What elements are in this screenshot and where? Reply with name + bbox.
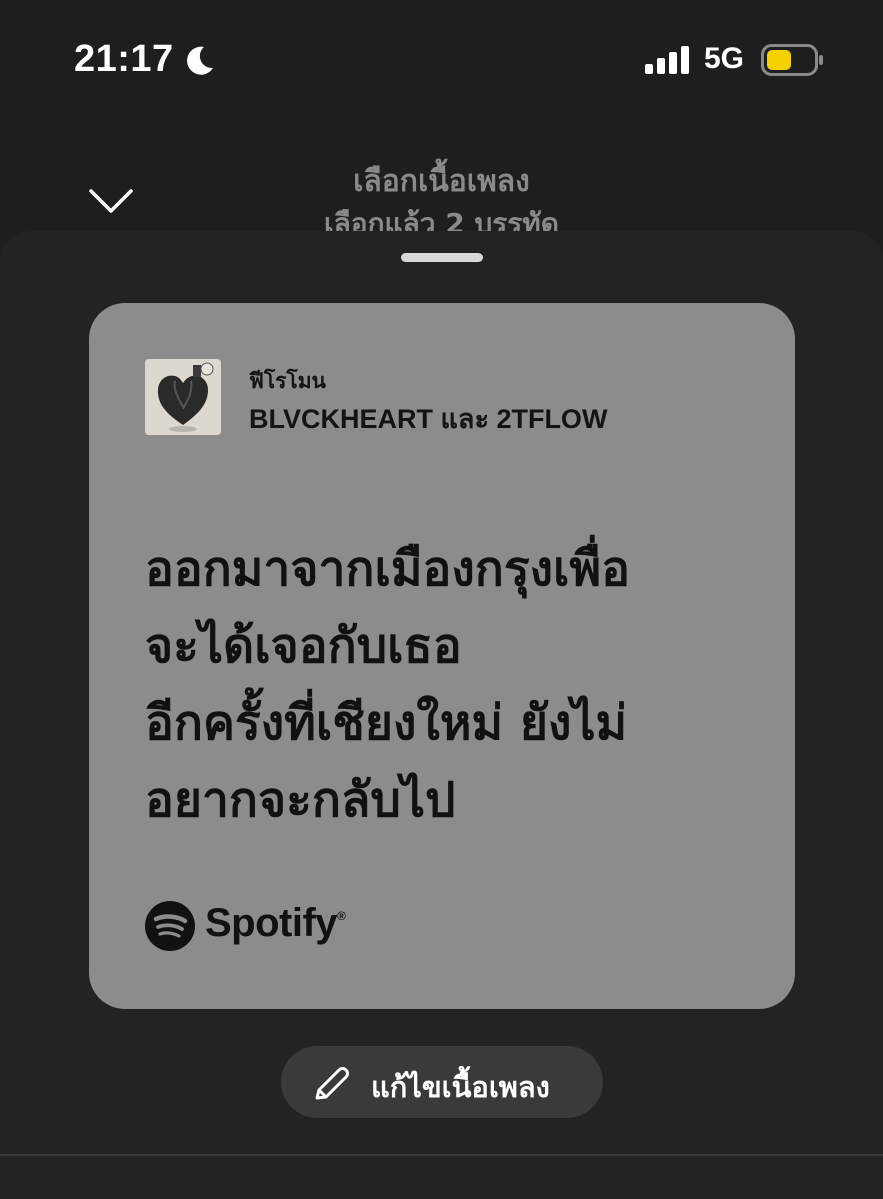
header-title: เลือกเนื้อเพลง xyxy=(353,164,530,199)
lyrics-text: ออกมาจากเมืองกรุงเพื่อ จะได้เจอกับเธอ อี… xyxy=(145,531,765,839)
lyric-line: ออกมาจากเมืองกรุงเพื่อ xyxy=(145,541,630,597)
spotify-icon xyxy=(145,901,195,951)
network-label: 5G xyxy=(704,42,745,75)
brand-name: Spotify xyxy=(205,901,338,945)
spotify-wordmark: Spotify® xyxy=(205,901,346,945)
album-art xyxy=(145,359,221,435)
share-sheet: ฟีโรโมน BLVCKHEART และ 2TFLOW ออกมาจากเม… xyxy=(0,231,883,1199)
divider xyxy=(0,1154,883,1156)
lyrics-card: ฟีโรโมน BLVCKHEART และ 2TFLOW ออกมาจากเม… xyxy=(89,303,795,1009)
song-artist: BLVCKHEART และ 2TFLOW xyxy=(249,404,608,434)
screen: 21:17 5G เลือกเนื้อเพลง เลือกแล้ว 2 บรรท… xyxy=(0,0,883,1199)
song-title: ฟีโรโมน xyxy=(249,369,326,393)
lyric-line: อยากจะกลับไป xyxy=(145,772,456,828)
moon-icon xyxy=(187,46,213,75)
spotify-logo: Spotify® xyxy=(145,901,346,953)
status-bar: 21:17 5G xyxy=(0,36,883,86)
edit-lyrics-label: แก้ไขเนื้อเพลง xyxy=(371,1070,550,1104)
heart-artwork-icon xyxy=(145,359,221,435)
edit-lyrics-button[interactable]: แก้ไขเนื้อเพลง xyxy=(281,1046,603,1118)
battery-icon xyxy=(761,44,823,76)
signal-icon xyxy=(645,46,689,74)
lyric-line: อีกครั้งที่เชียงใหม่ ยังไม่ xyxy=(145,695,628,751)
sheet-grabber[interactable] xyxy=(401,253,483,262)
pencil-icon xyxy=(315,1067,349,1100)
status-time: 21:17 xyxy=(74,38,174,80)
lyric-line: จะได้เจอกับเธอ xyxy=(145,618,462,674)
